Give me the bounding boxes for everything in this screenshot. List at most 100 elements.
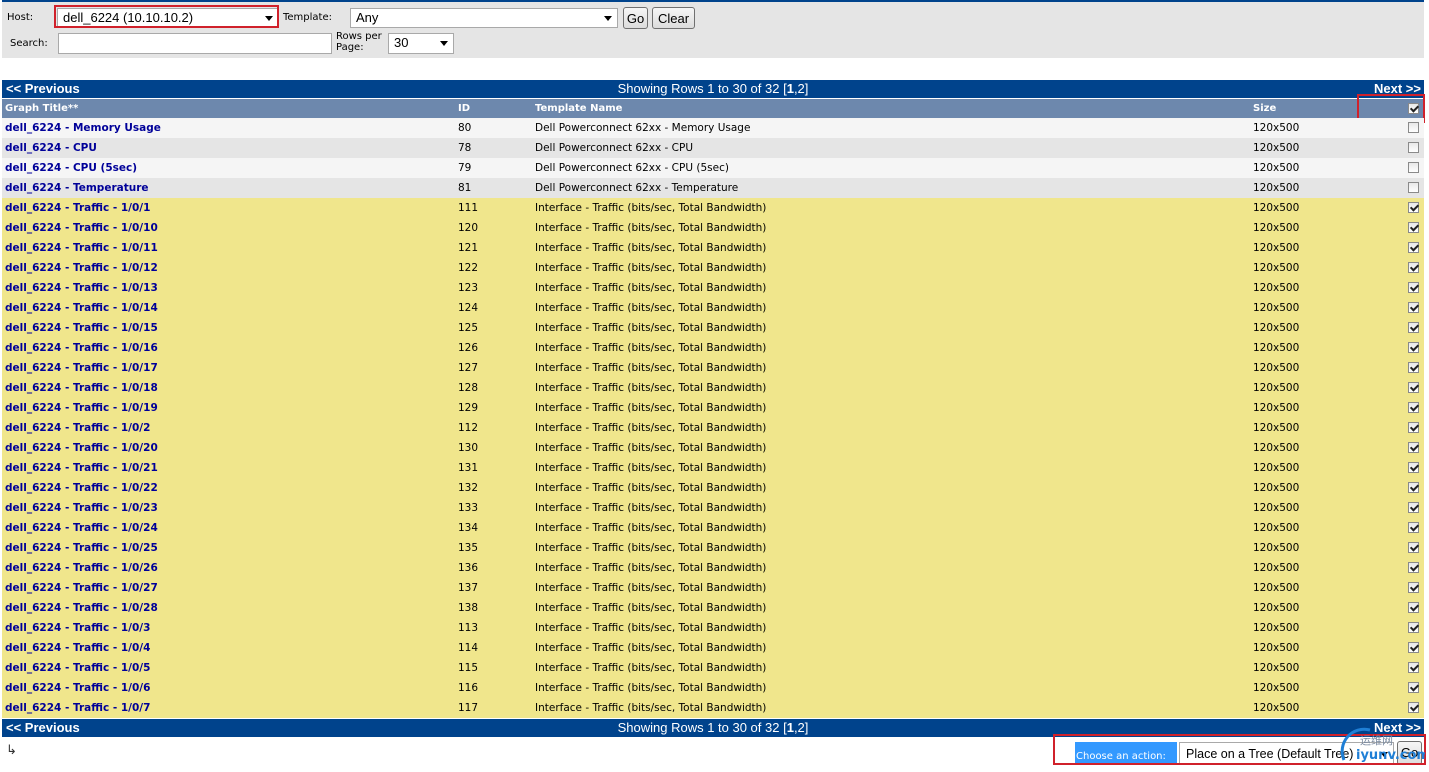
table-row[interactable]: dell_6224 - Traffic - 1/0/19 129 Interface… xyxy=(2,398,1424,418)
row-select-checkbox[interactable] xyxy=(1408,542,1419,553)
header-id[interactable]: ID xyxy=(458,99,470,118)
table-row[interactable]: dell_6224 - Traffic - 1/0/23 133 Interface… xyxy=(2,498,1424,518)
row-select-checkbox[interactable] xyxy=(1408,662,1419,673)
graph-title-link[interactable]: dell_6224 - Traffic - 1/0/24 xyxy=(5,518,158,538)
row-select-checkbox[interactable] xyxy=(1408,382,1419,393)
row-select-checkbox[interactable] xyxy=(1408,162,1419,173)
graph-title-link[interactable]: dell_6224 - Traffic - 1/0/16 xyxy=(5,338,158,358)
next-page-link[interactable]: Next >> xyxy=(1374,719,1421,737)
table-row[interactable]: dell_6224 - Traffic - 1/0/7 117 Interface … xyxy=(2,698,1424,718)
table-row[interactable]: dell_6224 - Traffic - 1/0/22 132 Interface… xyxy=(2,478,1424,498)
table-row[interactable]: dell_6224 - Traffic - 1/0/6 116 Interface … xyxy=(2,678,1424,698)
table-row[interactable]: dell_6224 - Traffic - 1/0/5 115 Interface … xyxy=(2,658,1424,678)
row-select-checkbox[interactable] xyxy=(1408,182,1419,193)
table-row[interactable]: dell_6224 - Traffic - 1/0/17 127 Interface… xyxy=(2,358,1424,378)
page-link-current[interactable]: 1 xyxy=(787,81,794,96)
graph-title-link[interactable]: dell_6224 - CPU (5sec) xyxy=(5,158,137,178)
row-select-checkbox[interactable] xyxy=(1408,402,1419,413)
graph-title-link[interactable]: dell_6224 - Traffic - 1/0/23 xyxy=(5,498,158,518)
row-select-checkbox[interactable] xyxy=(1408,262,1419,273)
graph-title-link[interactable]: dell_6224 - Traffic - 1/0/5 xyxy=(5,658,150,678)
host-select[interactable]: dell_6224 (10.10.10.2) xyxy=(57,8,279,28)
table-row[interactable]: dell_6224 - Traffic - 1/0/20 130 Interface… xyxy=(2,438,1424,458)
row-select-checkbox[interactable] xyxy=(1408,222,1419,233)
row-select-checkbox[interactable] xyxy=(1408,142,1419,153)
rows-per-page-select[interactable]: 30 xyxy=(388,33,454,54)
row-select-checkbox[interactable] xyxy=(1408,522,1419,533)
table-row[interactable]: dell_6224 - Temperature 81 Dell Powerconne… xyxy=(2,178,1424,198)
table-row[interactable]: dell_6224 - Traffic - 1/0/28 138 Interface… xyxy=(2,598,1424,618)
graph-title-link[interactable]: dell_6224 - Traffic - 1/0/15 xyxy=(5,318,158,338)
table-row[interactable]: dell_6224 - Traffic - 1/0/10 120 Interface… xyxy=(2,218,1424,238)
filter-clear-button[interactable]: Clear xyxy=(652,7,695,29)
header-template-name[interactable]: Template Name xyxy=(535,99,622,118)
select-all-checkbox[interactable] xyxy=(1408,103,1419,114)
row-select-checkbox[interactable] xyxy=(1408,202,1419,213)
graph-title-link[interactable]: dell_6224 - Traffic - 1/0/21 xyxy=(5,458,158,478)
search-input[interactable] xyxy=(58,33,332,54)
template-select[interactable]: Any xyxy=(350,8,618,28)
action-go-button[interactable]: Go xyxy=(1397,741,1422,765)
graph-title-link[interactable]: dell_6224 - Traffic - 1/0/4 xyxy=(5,638,150,658)
table-row[interactable]: dell_6224 - Traffic - 1/0/18 128 Interface… xyxy=(2,378,1424,398)
graph-title-link[interactable]: dell_6224 - Traffic - 1/0/11 xyxy=(5,238,158,258)
graph-title-link[interactable]: dell_6224 - Traffic - 1/0/27 xyxy=(5,578,158,598)
row-select-checkbox[interactable] xyxy=(1408,502,1419,513)
graph-title-link[interactable]: dell_6224 - Traffic - 1/0/19 xyxy=(5,398,158,418)
row-select-checkbox[interactable] xyxy=(1408,562,1419,573)
graph-title-link[interactable]: dell_6224 - Traffic - 1/0/7 xyxy=(5,698,150,718)
graph-title-link[interactable]: dell_6224 - CPU xyxy=(5,138,97,158)
graph-title-link[interactable]: dell_6224 - Traffic - 1/0/10 xyxy=(5,218,158,238)
table-row[interactable]: dell_6224 - Traffic - 1/0/15 125 Interface… xyxy=(2,318,1424,338)
row-select-checkbox[interactable] xyxy=(1408,442,1419,453)
row-select-checkbox[interactable] xyxy=(1408,582,1419,593)
page-link-other[interactable]: ,2] xyxy=(794,81,808,96)
graph-title-link[interactable]: dell_6224 - Traffic - 1/0/22 xyxy=(5,478,158,498)
table-row[interactable]: dell_6224 - Traffic - 1/0/1 111 Interface … xyxy=(2,198,1424,218)
page-link-other[interactable]: ,2] xyxy=(794,720,808,735)
row-select-checkbox[interactable] xyxy=(1408,282,1419,293)
table-row[interactable]: dell_6224 - Traffic - 1/0/11 121 Interface… xyxy=(2,238,1424,258)
table-row[interactable]: dell_6224 - Traffic - 1/0/26 136 Interface… xyxy=(2,558,1424,578)
graph-title-link[interactable]: dell_6224 - Traffic - 1/0/2 xyxy=(5,418,150,438)
table-row[interactable]: dell_6224 - CPU (5sec) 79 Dell Powerconnec… xyxy=(2,158,1424,178)
row-select-checkbox[interactable] xyxy=(1408,342,1419,353)
row-select-checkbox[interactable] xyxy=(1408,362,1419,373)
row-select-checkbox[interactable] xyxy=(1408,682,1419,693)
row-select-checkbox[interactable] xyxy=(1408,242,1419,253)
table-row[interactable]: dell_6224 - Traffic - 1/0/21 131 Interface… xyxy=(2,458,1424,478)
row-select-checkbox[interactable] xyxy=(1408,482,1419,493)
graph-title-link[interactable]: dell_6224 - Traffic - 1/0/18 xyxy=(5,378,158,398)
action-select[interactable]: Place on a Tree (Default Tree) xyxy=(1179,742,1394,764)
graph-title-link[interactable]: dell_6224 - Traffic - 1/0/20 xyxy=(5,438,158,458)
filter-go-button[interactable]: Go xyxy=(623,7,648,29)
graph-title-link[interactable]: dell_6224 - Traffic - 1/0/13 xyxy=(5,278,158,298)
graph-title-link[interactable]: dell_6224 - Traffic - 1/0/3 xyxy=(5,618,150,638)
graph-title-link[interactable]: dell_6224 - Traffic - 1/0/12 xyxy=(5,258,158,278)
table-row[interactable]: dell_6224 - Traffic - 1/0/4 114 Interface … xyxy=(2,638,1424,658)
row-select-checkbox[interactable] xyxy=(1408,462,1419,473)
row-select-checkbox[interactable] xyxy=(1408,122,1419,133)
graph-title-link[interactable]: dell_6224 - Traffic - 1/0/26 xyxy=(5,558,158,578)
table-row[interactable]: dell_6224 - Traffic - 1/0/25 135 Interface… xyxy=(2,538,1424,558)
table-row[interactable]: dell_6224 - Traffic - 1/0/12 122 Interface… xyxy=(2,258,1424,278)
header-size[interactable]: Size xyxy=(1253,99,1276,118)
table-row[interactable]: dell_6224 - Traffic - 1/0/16 126 Interface… xyxy=(2,338,1424,358)
table-row[interactable]: dell_6224 - CPU 78 Dell Powerconnect 62xx … xyxy=(2,138,1424,158)
table-row[interactable]: dell_6224 - Traffic - 1/0/13 123 Interface… xyxy=(2,278,1424,298)
graph-title-link[interactable]: dell_6224 - Traffic - 1/0/14 xyxy=(5,298,158,318)
row-select-checkbox[interactable] xyxy=(1408,322,1419,333)
header-graph-title[interactable]: Graph Title** xyxy=(5,99,78,118)
table-row[interactable]: dell_6224 - Traffic - 1/0/24 134 Interface… xyxy=(2,518,1424,538)
graph-title-link[interactable]: dell_6224 - Traffic - 1/0/28 xyxy=(5,598,158,618)
graph-title-link[interactable]: dell_6224 - Temperature xyxy=(5,178,149,198)
page-link-current[interactable]: 1 xyxy=(787,720,794,735)
graph-title-link[interactable]: dell_6224 - Traffic - 1/0/6 xyxy=(5,678,150,698)
next-page-link[interactable]: Next >> xyxy=(1374,80,1421,98)
graph-title-link[interactable]: dell_6224 - Memory Usage xyxy=(5,118,161,138)
row-select-checkbox[interactable] xyxy=(1408,422,1419,433)
table-row[interactable]: dell_6224 - Memory Usage 80 Dell Powerconn… xyxy=(2,118,1424,138)
table-row[interactable]: dell_6224 - Traffic - 1/0/2 112 Interface … xyxy=(2,418,1424,438)
table-row[interactable]: dell_6224 - Traffic - 1/0/14 124 Interface… xyxy=(2,298,1424,318)
graph-title-link[interactable]: dell_6224 - Traffic - 1/0/1 xyxy=(5,198,150,218)
